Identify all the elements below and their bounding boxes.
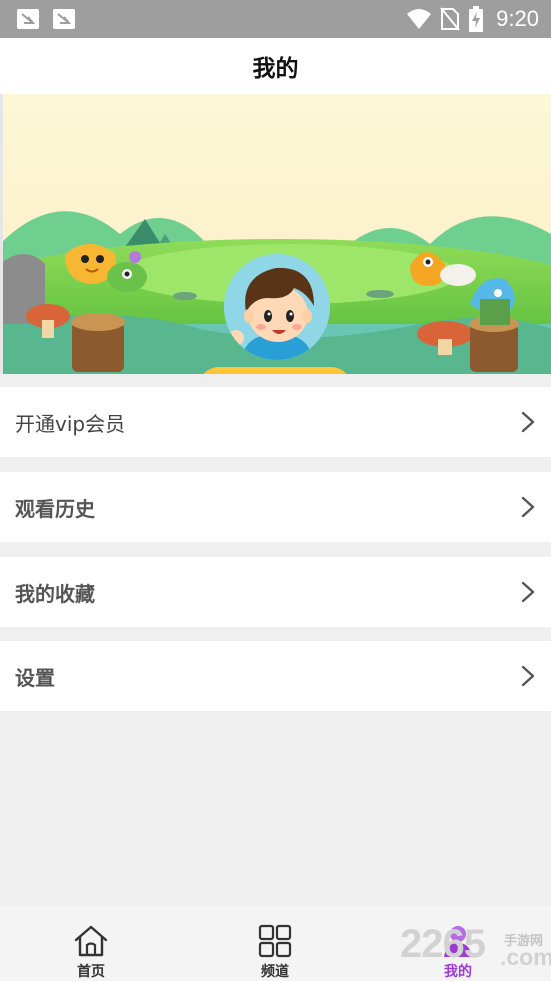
battery-charging-icon	[469, 6, 484, 32]
tab-mine[interactable]: 我的	[418, 919, 498, 980]
status-bar: 9:20	[0, 0, 551, 38]
chevron-right-icon	[521, 496, 535, 518]
grid-icon	[258, 924, 292, 958]
home-icon	[74, 925, 108, 957]
status-time: 9:20	[496, 6, 539, 31]
tab-label: 首页	[77, 964, 105, 980]
page-title: 我的	[252, 56, 299, 82]
menu-item-settings[interactable]: 设置	[0, 641, 551, 711]
wifi-icon	[407, 9, 432, 29]
chevron-right-icon	[521, 581, 535, 603]
tab-channel[interactable]: 频道	[235, 919, 315, 980]
menu-item-history[interactable]: 观看历史	[0, 472, 551, 542]
tab-label: 频道	[261, 964, 289, 980]
no-sim-icon	[440, 7, 460, 31]
avatar[interactable]	[224, 254, 330, 360]
tab-home[interactable]: 首页	[51, 919, 131, 980]
notification-icon	[17, 9, 39, 29]
user-icon	[444, 926, 472, 957]
profile-banner: 登录	[0, 94, 551, 374]
menu-item-label: 设置	[15, 665, 55, 690]
bottom-tab-bar: 首页 频道 我的	[0, 905, 551, 981]
notification-icon	[53, 9, 75, 29]
login-button[interactable]: 登录	[198, 367, 352, 374]
chevron-right-icon	[521, 665, 535, 687]
menu-item-favorites[interactable]: 我的收藏	[0, 557, 551, 627]
boy-avatar-icon	[224, 254, 330, 360]
menu-item-label: 我的收藏	[15, 581, 95, 606]
menu-item-label: 开通vip会员	[15, 411, 126, 436]
menu-item-label: 观看历史	[15, 496, 95, 521]
chevron-right-icon	[521, 411, 535, 433]
title-bar: 我的	[0, 38, 551, 94]
tab-label: 我的	[444, 964, 472, 980]
menu-item-vip[interactable]: 开通vip会员	[0, 387, 551, 457]
